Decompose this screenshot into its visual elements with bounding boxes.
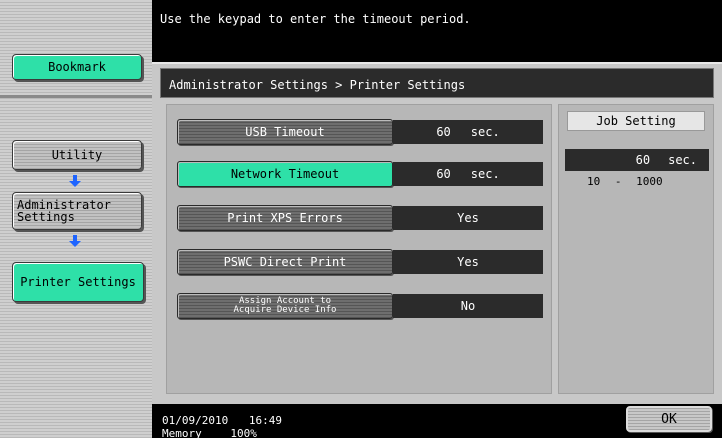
assign-account-text: No xyxy=(460,299,476,313)
print-xps-errors-text: Yes xyxy=(457,211,479,225)
network-timeout-value: 60 sec. xyxy=(393,162,543,186)
administrator-settings-button[interactable]: Administrator Settings xyxy=(12,192,142,230)
footer-datetime: 01/09/2010 16:49 xyxy=(162,414,282,427)
pswc-direct-print-label: PSWC Direct Print xyxy=(223,255,347,269)
bookmark-button[interactable]: Bookmark xyxy=(12,54,142,80)
ok-button[interactable]: OK xyxy=(626,406,712,432)
pswc-direct-print-button[interactable]: PSWC Direct Print xyxy=(177,249,393,275)
utility-button[interactable]: Utility xyxy=(12,140,142,170)
printer-settings-label: Printer Settings xyxy=(20,275,136,289)
footer-date: 01/09/2010 xyxy=(162,414,229,427)
print-xps-errors-button[interactable]: Print XPS Errors xyxy=(177,205,393,231)
network-timeout-number: 60 xyxy=(436,167,451,181)
settings-list: USB Timeout 60 sec. Network Timeout 60 s… xyxy=(166,104,552,394)
bookmark-label: Bookmark xyxy=(48,60,106,74)
usb-timeout-value: 60 sec. xyxy=(393,120,543,144)
sidebar: Bookmark Utility Administrator Settings … xyxy=(0,0,152,438)
range-max: 1000 xyxy=(636,175,663,188)
pswc-direct-print-value: Yes xyxy=(393,250,543,274)
usb-timeout-unit: sec. xyxy=(470,125,500,139)
utility-label: Utility xyxy=(51,148,103,162)
memory-label: Memory xyxy=(162,427,202,438)
down-arrow-icon xyxy=(69,235,81,247)
print-xps-errors-value: Yes xyxy=(393,206,543,230)
administrator-settings-label: Administrator Settings xyxy=(17,198,111,224)
usb-timeout-number: 60 xyxy=(436,125,451,139)
job-setting-value: 60 sec. xyxy=(565,149,709,171)
printer-settings-button[interactable]: Printer Settings xyxy=(12,262,144,302)
footer-memory: Memory 100% xyxy=(162,427,257,438)
memory-value: 100% xyxy=(230,427,257,438)
job-setting-number: 60 xyxy=(635,153,651,167)
range-separator: - xyxy=(614,175,622,188)
assign-account-button[interactable]: Assign Account to Acquire Device Info xyxy=(177,293,393,319)
network-timeout-label: Network Timeout xyxy=(230,167,340,181)
job-setting-panel: Job Setting 60 sec. 10 - 1000 xyxy=(558,104,714,394)
print-xps-errors-label: Print XPS Errors xyxy=(227,211,343,225)
assign-account-value: No xyxy=(393,294,543,318)
job-setting-title: Job Setting xyxy=(567,111,705,131)
instruction-message: Use the keypad to enter the timeout peri… xyxy=(160,12,471,26)
network-timeout-unit: sec. xyxy=(470,167,500,181)
ok-label: OK xyxy=(661,411,677,427)
pswc-direct-print-text: Yes xyxy=(457,255,479,269)
sidebar-divider xyxy=(0,95,152,98)
down-arrow-icon xyxy=(69,175,81,187)
range-min: 10 xyxy=(587,175,601,188)
usb-timeout-label: USB Timeout xyxy=(245,125,325,139)
network-timeout-button[interactable]: Network Timeout xyxy=(177,161,393,187)
breadcrumb: Administrator Settings > Printer Setting… xyxy=(160,68,714,98)
job-setting-unit: sec. xyxy=(668,153,697,167)
assign-account-label: Assign Account to Acquire Device Info xyxy=(233,296,337,315)
main-panel: Administrator Settings > Printer Setting… xyxy=(152,62,722,404)
footer-time: 16:49 xyxy=(248,414,282,427)
job-setting-range: 10 - 1000 xyxy=(587,175,663,188)
usb-timeout-button[interactable]: USB Timeout xyxy=(177,119,393,145)
